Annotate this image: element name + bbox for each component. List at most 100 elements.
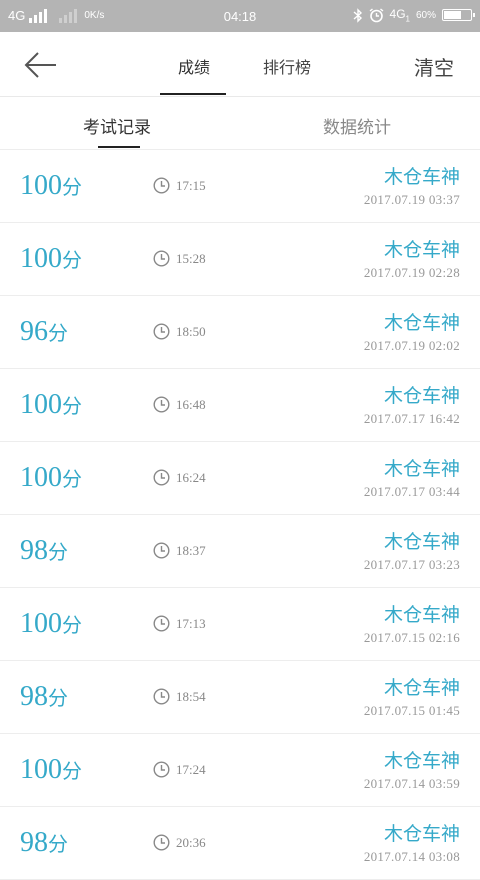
duration-text: 16:24 — [176, 469, 206, 485]
network2-label: 4G1 — [389, 7, 410, 24]
score-number: 98 — [20, 535, 48, 566]
tab-exam-records[interactable]: 考试记录 — [83, 113, 151, 138]
sim-slot: 1 — [405, 14, 410, 24]
status-right: 4G1 60% — [353, 7, 475, 24]
header: 成绩 排行榜 清空 — [0, 32, 480, 97]
record-date: 2017.07.17 03:44 — [363, 484, 460, 499]
record-date: 2017.07.14 03:08 — [363, 849, 460, 864]
duration-text: 18:54 — [176, 688, 206, 704]
record-date: 2017.07.19 02:02 — [363, 338, 460, 353]
record-date: 2017.07.15 01:45 — [363, 703, 460, 718]
duration-text: 20:36 — [176, 834, 206, 850]
tab-data-stats[interactable]: 数据统计 — [323, 113, 391, 138]
score-number: 96 — [20, 316, 48, 347]
duration-text: 17:15 — [176, 177, 206, 193]
score-unit: 分 — [62, 615, 82, 637]
score-unit: 分 — [62, 250, 82, 272]
record-date: 2017.07.17 16:42 — [363, 411, 460, 426]
score-value: 100分 — [20, 754, 82, 786]
score-number: 100 — [20, 754, 62, 785]
score-value: 98分 — [20, 535, 68, 567]
score-value: 100分 — [20, 462, 82, 494]
score-value: 96分 — [20, 316, 68, 348]
clock-icon — [153, 250, 170, 267]
clock-icon — [153, 761, 170, 778]
user-name: 木仓车神 — [383, 312, 460, 334]
score-unit: 分 — [62, 469, 82, 491]
score-unit: 分 — [62, 761, 82, 783]
score-value: 98分 — [20, 827, 68, 859]
score-unit: 分 — [48, 688, 68, 710]
clock-icon — [153, 615, 170, 632]
back-arrow-icon[interactable] — [24, 50, 58, 80]
user-name: 木仓车神 — [383, 823, 460, 845]
score-unit: 分 — [62, 396, 82, 418]
record-list: 100分 17:15 木仓车神 2017.07.19 03:37 100分 15:28 木仓… — [0, 150, 480, 880]
user-name: 木仓车神 — [383, 677, 460, 699]
score-number: 100 — [20, 243, 62, 274]
list-item[interactable]: 96分 18:50 木仓车神 2017.07.19 02:02 — [0, 296, 480, 369]
score-number: 100 — [20, 389, 62, 420]
user-name: 木仓车神 — [383, 750, 460, 772]
duration-box: 17:15 — [153, 177, 206, 194]
clock-icon — [153, 542, 170, 559]
sub-tabs: 考试记录 数据统计 — [0, 97, 480, 150]
score-value: 100分 — [20, 389, 82, 421]
user-name: 木仓车神 — [383, 604, 460, 626]
list-item[interactable]: 100分 17:13 木仓车神 2017.07.15 02:16 — [0, 588, 480, 661]
duration-box: 16:48 — [153, 396, 206, 413]
score-value: 100分 — [20, 608, 82, 640]
duration-box: 15:28 — [153, 250, 206, 267]
score-value: 98分 — [20, 681, 68, 713]
tab-ranking[interactable]: 排行榜 — [263, 54, 311, 78]
status-bar: 4G 0K/s 04:18 4G1 60% — [0, 0, 480, 32]
duration-box: 18:37 — [153, 542, 206, 559]
clock-icon — [153, 396, 170, 413]
score-unit: 分 — [48, 323, 68, 345]
battery-icon — [442, 9, 475, 22]
list-item[interactable]: 100分 16:24 木仓车神 2017.07.17 03:44 — [0, 442, 480, 515]
score-value: 100分 — [20, 243, 82, 275]
score-value: 100分 — [20, 170, 82, 202]
duration-box: 16:24 — [153, 469, 206, 486]
list-item[interactable]: 100分 17:15 木仓车神 2017.07.19 03:37 — [0, 150, 480, 223]
score-number: 100 — [20, 170, 62, 201]
record-date: 2017.07.15 02:16 — [363, 630, 460, 645]
user-name: 木仓车神 — [383, 239, 460, 261]
duration-text: 15:28 — [176, 250, 206, 266]
user-name: 木仓车神 — [383, 458, 460, 480]
tab-score[interactable]: 成绩 — [178, 54, 210, 78]
duration-text: 16:48 — [176, 396, 206, 412]
score-unit: 分 — [62, 177, 82, 199]
score-number: 100 — [20, 608, 62, 639]
clear-button[interactable]: 清空 — [414, 52, 454, 81]
list-item[interactable]: 100分 16:48 木仓车神 2017.07.17 16:42 — [0, 369, 480, 442]
list-item[interactable]: 98分 20:36 木仓车神 2017.07.14 03:08 — [0, 807, 480, 880]
user-name: 木仓车神 — [383, 531, 460, 553]
battery-percent: 60% — [415, 9, 436, 21]
list-item[interactable]: 98分 18:54 木仓车神 2017.07.15 01:45 — [0, 661, 480, 734]
bluetooth-icon — [353, 7, 362, 23]
score-number: 98 — [20, 827, 48, 858]
list-item[interactable]: 98分 18:37 木仓车神 2017.07.17 03:23 — [0, 515, 480, 588]
clock-icon — [153, 834, 170, 851]
record-date: 2017.07.19 03:37 — [363, 192, 460, 207]
duration-text: 17:24 — [176, 761, 206, 777]
duration-text: 18:50 — [176, 323, 206, 339]
score-number: 98 — [20, 681, 48, 712]
record-date: 2017.07.17 03:23 — [363, 557, 460, 572]
duration-box: 18:54 — [153, 688, 206, 705]
subtab-active-indicator — [98, 146, 140, 148]
user-name: 木仓车神 — [383, 166, 460, 188]
list-item[interactable]: 100分 17:24 木仓车神 2017.07.14 03:59 — [0, 734, 480, 807]
record-date: 2017.07.19 02:28 — [363, 265, 460, 280]
score-unit: 分 — [48, 542, 68, 564]
duration-text: 17:13 — [176, 615, 206, 631]
clock-icon — [153, 323, 170, 340]
list-item[interactable]: 100分 15:28 木仓车神 2017.07.19 02:28 — [0, 223, 480, 296]
clock-icon — [153, 688, 170, 705]
alarm-icon — [369, 8, 383, 22]
duration-box: 17:24 — [153, 761, 206, 778]
duration-box: 20:36 — [153, 834, 206, 851]
duration-box: 17:13 — [153, 615, 206, 632]
